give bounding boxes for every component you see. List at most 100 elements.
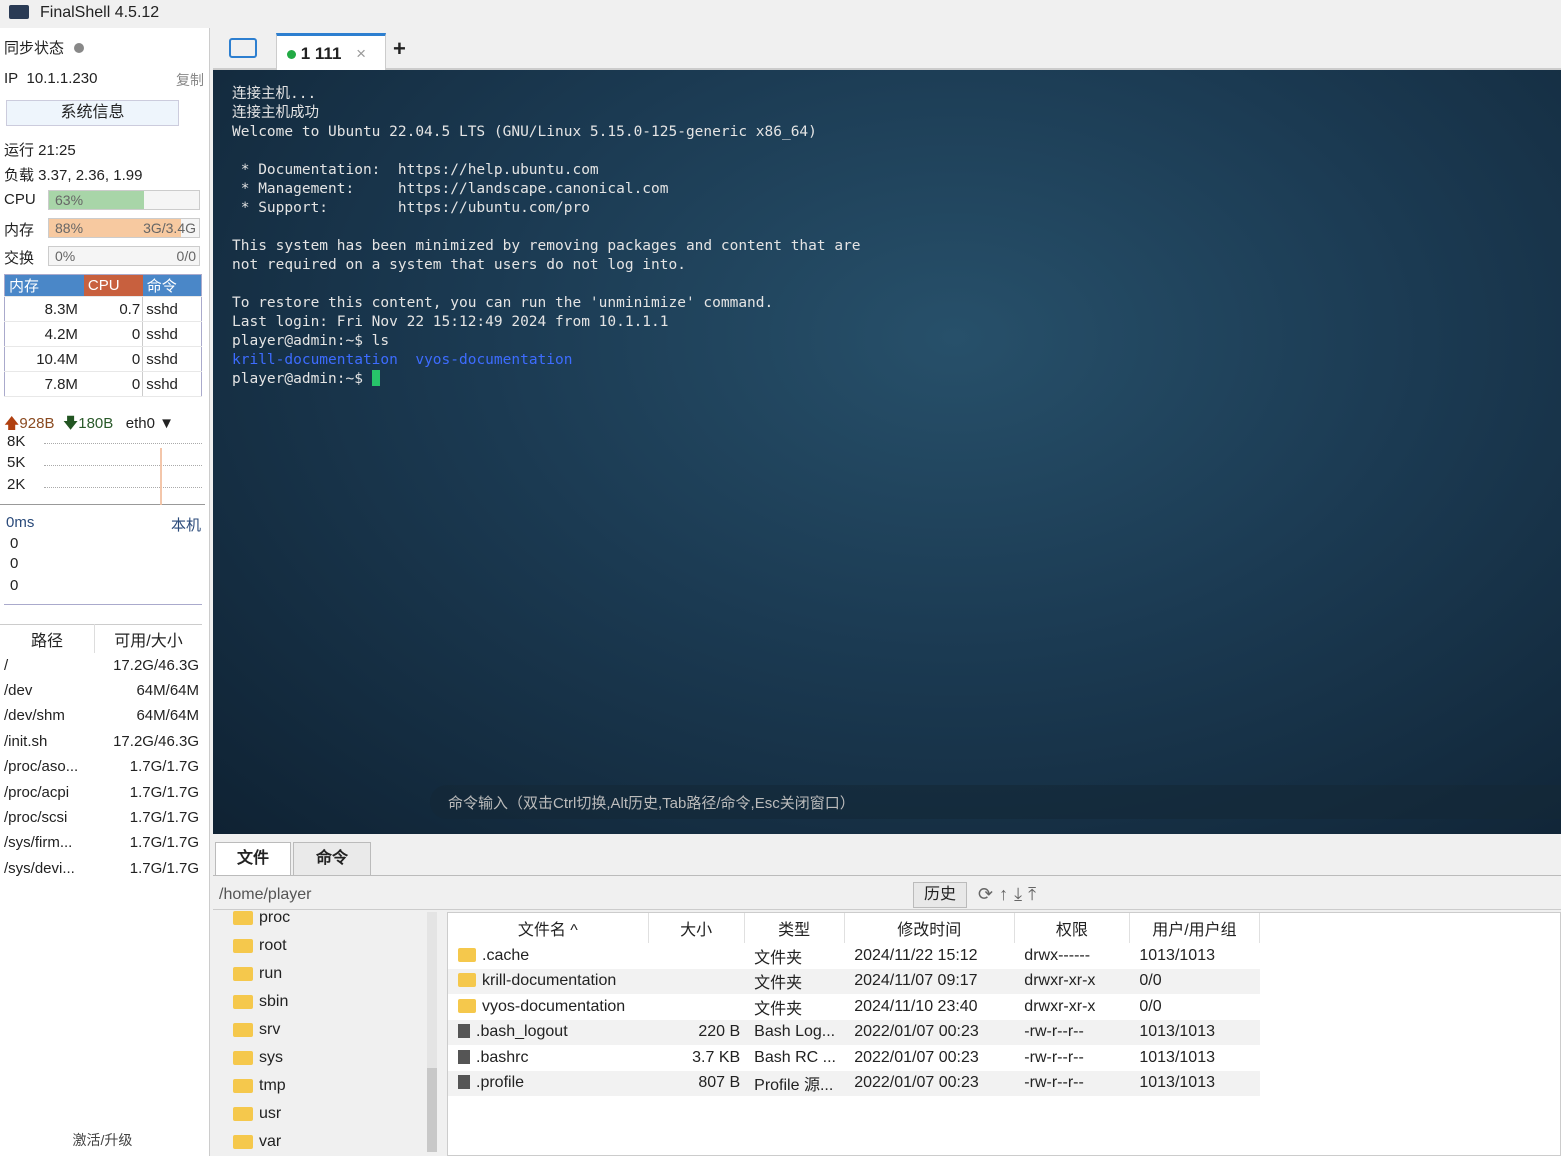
system-info-button[interactable]: 系统信息 (6, 100, 179, 126)
tree-scrollbar[interactable] (427, 912, 437, 1152)
disk-header-path[interactable]: 路径 (0, 624, 96, 653)
file-col-header[interactable]: 权限 (1014, 913, 1130, 943)
tree-folder[interactable]: tmp (233, 1072, 433, 1100)
disk-row[interactable]: /sys/devi... 1.7G/1.7G (0, 856, 202, 881)
proc-mem: 8.3M (4, 296, 84, 322)
proc-header-cmd[interactable]: 命令 (142, 274, 202, 297)
disk-size: 64M/64M (136, 682, 199, 700)
disk-row[interactable]: /proc/aso... 1.7G/1.7G (0, 754, 202, 779)
net-up: 928B (19, 415, 55, 432)
process-row[interactable]: 7.8M 0 sshd (4, 371, 202, 397)
file-owner: 1013/1013 (1139, 946, 1215, 964)
close-tab-icon[interactable]: × (356, 44, 366, 63)
new-tab-plus-icon[interactable]: + (393, 36, 406, 62)
disk-size: 17.2G/46.3G (113, 656, 199, 674)
process-row[interactable]: 4.2M 0 sshd (4, 321, 202, 347)
file-row[interactable]: vyos-documentation 文件夹 2024/11/10 23:40 drw… (448, 994, 1260, 1020)
refresh-icon[interactable]: ⟳ (978, 884, 999, 904)
terminal-line: * Management: https://landscape.canonica… (232, 181, 669, 197)
terminal[interactable]: 连接主机... 连接主机成功 Welcome to Ubuntu 22.04.5… (213, 70, 1561, 834)
proc-cpu: 0 (83, 371, 144, 397)
proc-mem: 7.8M (4, 371, 84, 397)
folder-icon (233, 911, 253, 925)
tree-folder[interactable]: usr (233, 1100, 433, 1128)
file-row[interactable]: .profile 807 B Profile 源... 2022/01/07 00:2… (448, 1070, 1260, 1096)
terminal-line: * Documentation: https://help.ubuntu.com (232, 162, 599, 178)
file-type: Bash RC ... (754, 1048, 836, 1066)
file-col-header[interactable]: 文件名 ^ (448, 913, 649, 943)
iface-select[interactable]: eth0 (126, 415, 155, 432)
session-tab[interactable]: 1 111 × (276, 33, 386, 70)
file-perm: -rw-r--r-- (1024, 1074, 1084, 1092)
disk-row[interactable]: /sys/firm... 1.7G/1.7G (0, 830, 202, 855)
disk-row[interactable]: / 17.2G/46.3G (0, 653, 202, 678)
download-icon[interactable]: ⤓ (1014, 884, 1028, 904)
ping-tick: 0 (10, 555, 19, 572)
tab-commands[interactable]: 命令 (293, 842, 371, 876)
process-row[interactable]: 10.4M 0 sshd (4, 346, 202, 372)
folder-icon (458, 973, 476, 988)
file-row[interactable]: krill-documentation 文件夹 2024/11/07 09:17 dr… (448, 968, 1260, 994)
history-button[interactable]: 历史 (913, 882, 967, 908)
proc-cpu: 0.7 (83, 296, 144, 322)
file-owner: 0/0 (1139, 997, 1162, 1015)
tab-files[interactable]: 文件 (215, 842, 291, 876)
chevron-down-icon[interactable]: ▼ (159, 415, 174, 432)
net-down: 180B (78, 415, 114, 432)
file-row[interactable]: .bashrc 3.7 KB Bash RC ... 2022/01/07 00:23… (448, 1045, 1260, 1071)
tree-folder[interactable]: var (233, 1128, 433, 1156)
tab-bar: 1 111 × + (213, 30, 1561, 70)
file-col-header[interactable]: 用户/用户组 (1129, 913, 1261, 943)
disk-row[interactable]: /proc/acpi 1.7G/1.7G (0, 779, 202, 804)
tree-folder[interactable]: root (233, 932, 433, 960)
process-row[interactable]: 8.3M 0.7 sshd (4, 296, 202, 322)
file-owner: 0/0 (1139, 972, 1162, 990)
file-owner: 1013/1013 (1139, 1023, 1215, 1041)
disk-row[interactable]: /dev/shm 64M/64M (0, 703, 202, 728)
file-col-header[interactable]: 修改时间 (844, 913, 1015, 943)
file-name: .bash_logout (476, 1023, 568, 1041)
swap-bar: 0% 0/0 (48, 246, 200, 266)
file-size: 220 B (698, 1023, 741, 1041)
swap-size: 0/0 (176, 248, 196, 264)
proc-header-cpu[interactable]: CPU (83, 274, 143, 297)
file-col-header[interactable]: 类型 (744, 913, 845, 943)
terminal-line: player@admin:~$ ls (232, 333, 390, 349)
disk-row[interactable]: /dev 64M/64M (0, 678, 202, 703)
tree-folder[interactable]: sbin (233, 988, 433, 1016)
connected-dot (287, 50, 296, 59)
tree-folder[interactable]: run (233, 960, 433, 988)
dir-tree: proc root run sbin srv sys tmp usr var (233, 904, 433, 1156)
tree-folder[interactable]: srv (233, 1016, 433, 1044)
file-row[interactable]: .bash_logout 220 B Bash Log... 2022/01/07 0… (448, 1019, 1260, 1045)
file-name: .profile (476, 1074, 525, 1092)
file-name: .cache (482, 946, 530, 964)
disk-size: 1.7G/1.7G (129, 758, 199, 776)
file-name: vyos-documentation (482, 997, 626, 1015)
ip-label: IP (4, 70, 19, 87)
file-icon (458, 1075, 470, 1090)
folder-icon (233, 995, 253, 1009)
file-mtime: 2022/01/07 00:23 (854, 1023, 979, 1041)
upload-icon[interactable]: ⤒ (1028, 884, 1042, 904)
command-input[interactable]: 命令输入（双击Ctrl切换,Alt历史,Tab路径/命令,Esc关闭窗口） (430, 785, 1561, 819)
tree-folder[interactable]: sys (233, 1044, 433, 1072)
disk-row[interactable]: /init.sh 17.2G/46.3G (0, 729, 202, 754)
proc-header-mem[interactable]: 内存 (4, 274, 84, 297)
ping-host: 本机 (171, 517, 202, 534)
tree-folder[interactable]: proc (233, 904, 433, 932)
net-tick: 8K (7, 433, 26, 450)
disk-header-size[interactable]: 可用/大小 (95, 625, 202, 653)
file-row[interactable]: .cache 文件夹 2024/11/22 15:12 drwx------ 1013/… (448, 943, 1260, 969)
proc-cmd: sshd (142, 371, 202, 397)
file-col-header[interactable]: 大小 (648, 913, 745, 943)
disk-row[interactable]: /proc/scsi 1.7G/1.7G (0, 805, 202, 830)
folder-open-icon[interactable] (229, 38, 257, 58)
parent-dir-icon[interactable]: ↑ (999, 884, 1014, 904)
sync-label: 同步状态 (4, 40, 65, 57)
path-input[interactable]: /home/player (219, 886, 312, 904)
activate-upgrade-link[interactable]: 激活/升级 (0, 1130, 205, 1150)
copy-ip-button[interactable]: 复制 (176, 70, 204, 90)
disk-path: /sys/firm... (4, 834, 73, 852)
tree-folder-label: root (259, 937, 287, 954)
